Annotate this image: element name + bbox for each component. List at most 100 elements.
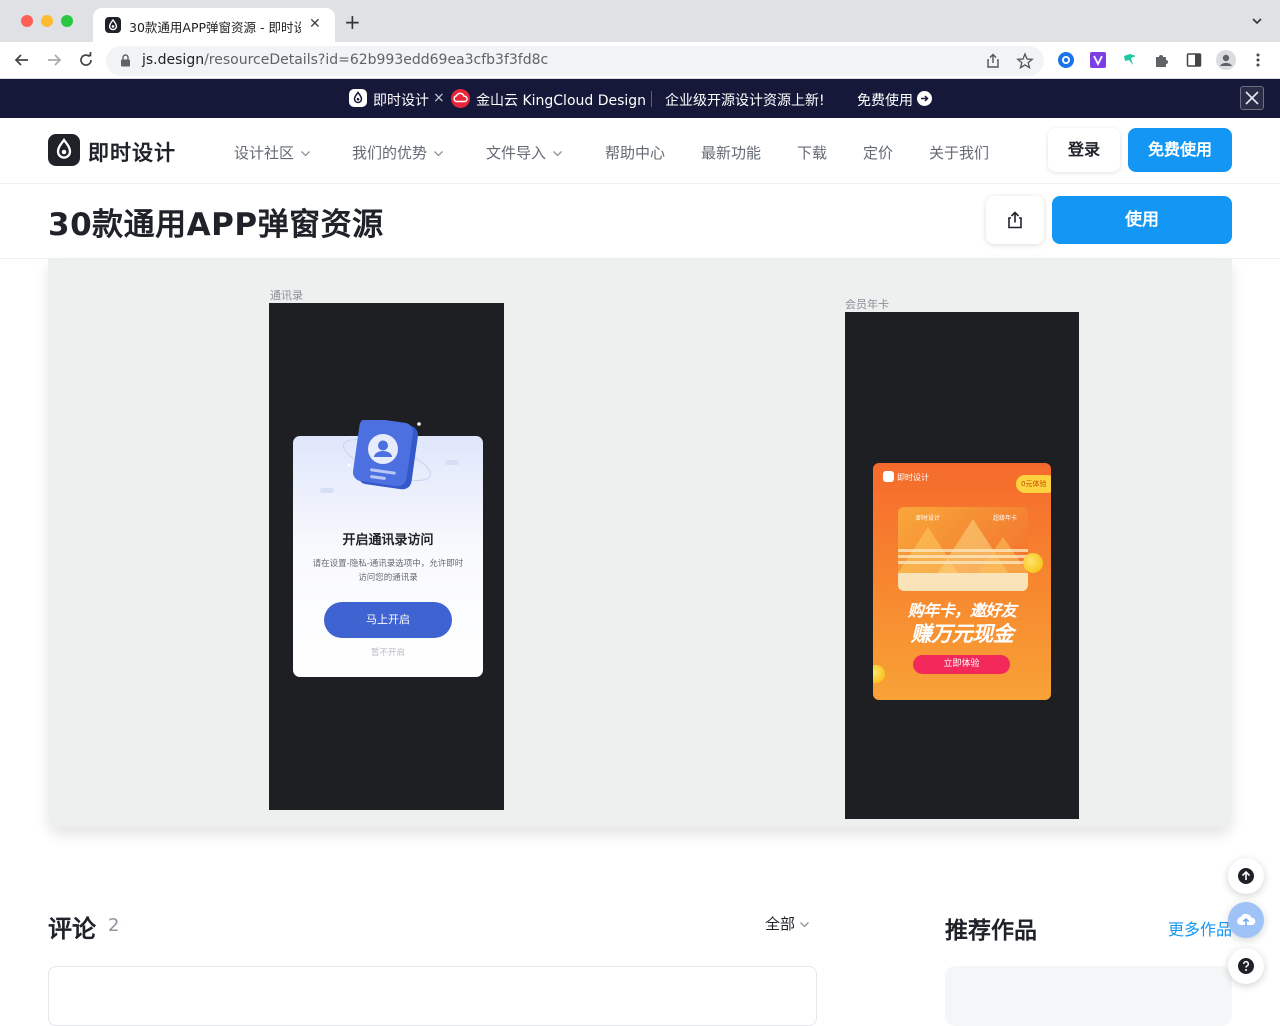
decoration-pill (445, 460, 459, 465)
comments-heading: 评论 (48, 915, 96, 943)
url-host: js.design (142, 52, 205, 68)
forward-arrow-icon[interactable] (44, 50, 64, 70)
close-window-button[interactable] (21, 15, 33, 27)
popup-headline-large: 赚万元现金 (910, 622, 1014, 646)
kingcloud-logo-icon (451, 89, 470, 108)
address-bar[interactable]: js.design/resourceDetails?id=62b993edd69… (106, 46, 1044, 76)
question-circle-icon (1238, 958, 1254, 974)
gold-coin-icon (873, 665, 885, 683)
upload-cloud-button[interactable] (1228, 902, 1264, 938)
url-text: js.design/resourceDetails?id=62b993edd69… (142, 52, 548, 68)
artboard-vip-card[interactable]: 即时设计 0元体验 即时设计 超级年卡 购年卡，邀好友 赚万元现金 立即体验 (845, 312, 1079, 819)
vip-annual-card-popup: 即时设计 0元体验 即时设计 超级年卡 购年卡，邀好友 赚万元现金 立即体验 (873, 463, 1051, 700)
popup-cancel-link: 暂不开启 (370, 648, 405, 658)
artboard-contacts[interactable]: 开启通讯录访问 请在设置-隐私-通讯录选项中，允许即时访问您的通讯录 马上开启 … (269, 303, 504, 810)
profile-avatar-icon[interactable] (1216, 50, 1236, 70)
gold-coin-icon (1023, 553, 1043, 573)
nav-label: 设计社区 (234, 144, 295, 162)
popup-title: 开启通讯录访问 (342, 533, 434, 548)
minimize-window-button[interactable] (41, 15, 53, 27)
tab-close-icon[interactable]: ✕ (309, 16, 321, 32)
page-title: 30款通用APP弹窗资源 (48, 207, 384, 243)
chevron-down-icon (433, 148, 444, 159)
close-icon (1245, 91, 1259, 105)
decoration-pill (320, 488, 334, 493)
popup-cta-button: 立即体验 (913, 655, 1010, 674)
maximize-window-button[interactable] (61, 15, 73, 27)
bookmark-star-icon[interactable] (1016, 52, 1034, 70)
chevron-down-icon[interactable] (1251, 15, 1263, 27)
filter-label: 全部 (765, 915, 796, 933)
lock-icon (120, 54, 131, 67)
site-header: 即时设计 设计社区 我们的优势 文件导入 帮助中心 最新功能 下载 定价 关于我… (0, 118, 1280, 184)
nav-about-us[interactable]: 关于我们 (929, 142, 989, 163)
nav-help-center[interactable]: 帮助中心 (605, 142, 665, 163)
comments-count: 2 (108, 915, 120, 936)
nav-file-import[interactable]: 文件导入 (486, 142, 563, 163)
browser-toolbar: js.design/resourceDetails?id=62b993edd69… (0, 42, 1280, 79)
jsdesign-logo-icon (883, 471, 894, 482)
contacts-permission-popup: 开启通讯录访问 请在设置-隐私-通讯录选项中，允许即时访问您的通讯录 马上开启 … (293, 420, 483, 677)
free-use-button[interactable]: 免费使用 (1128, 128, 1232, 172)
reload-icon[interactable] (76, 50, 96, 70)
banner-close-button[interactable] (1240, 86, 1264, 110)
design-preview-canvas[interactable]: 通讯录 开启通讯录访问 请在设置-隐私-通讯录选项中，允许即时访问您的通讯录 马… (48, 259, 1232, 827)
scroll-to-top-button[interactable] (1228, 858, 1264, 894)
contacts-book-illustration-icon (343, 420, 431, 490)
card-brand: 即时设计 (916, 515, 941, 522)
chevron-down-icon (552, 148, 563, 159)
use-button[interactable]: 使用 (1052, 196, 1232, 244)
banner-brand-kingcloud: 金山云 KingCloud Design (476, 93, 647, 109)
jsdesign-logo-icon[interactable] (48, 134, 80, 166)
comment-input-box[interactable] (48, 966, 817, 1026)
recommended-item-card[interactable] (945, 966, 1232, 1026)
promo-banner: 即时设计 × 金山云 KingCloud Design 企业级开源设计资源上新!… (0, 79, 1280, 118)
extensions-puzzle-icon[interactable] (1153, 51, 1171, 69)
card-strip (898, 573, 1028, 591)
side-panel-icon[interactable] (1185, 51, 1203, 69)
popup-brand: 即时设计 (897, 473, 929, 482)
login-button[interactable]: 登录 (1048, 128, 1120, 172)
browser-tab[interactable]: 30款通用APP弹窗资源 - 即时设计 ✕ (93, 8, 335, 42)
jsdesign-logo-icon (349, 89, 367, 107)
tab-title: 30款通用APP弹窗资源 - 即时设计 (129, 20, 301, 35)
popup-description: 请在设置-隐私-通讯录选项中，允许即时访问您的通讯录 (312, 559, 464, 583)
banner-brand-jsdesign: 即时设计 (373, 93, 429, 109)
nav-label: 文件导入 (486, 144, 547, 162)
back-arrow-icon[interactable] (12, 50, 32, 70)
nav-pricing[interactable]: 定价 (863, 142, 893, 163)
logo-text[interactable]: 即时设计 (88, 137, 176, 167)
help-button[interactable] (1228, 948, 1264, 984)
url-path: /resourceDetails?id=62b993edd69ea3cfb3f3… (204, 52, 549, 68)
share-page-icon[interactable] (984, 52, 1002, 70)
nav-design-community[interactable]: 设计社区 (234, 142, 311, 163)
nav-download[interactable]: 下载 (797, 142, 827, 163)
frame-label-contacts: 通讯录 (270, 289, 303, 302)
share-button[interactable] (986, 196, 1044, 244)
nav-new-features[interactable]: 最新功能 (701, 142, 761, 163)
nav-our-advantages[interactable]: 我们的优势 (352, 142, 444, 163)
browser-tab-bar: 30款通用APP弹窗资源 - 即时设计 ✕ + (0, 0, 1280, 42)
nav-label: 我们的优势 (352, 144, 428, 162)
banner-cta-link[interactable]: 免费使用 (857, 90, 913, 110)
card-label: 超级年卡 (993, 515, 1018, 522)
recommended-heading: 推荐作品 (945, 918, 1037, 944)
arrow-right-circle-icon[interactable] (917, 91, 932, 106)
extension-globe-icon[interactable] (1057, 51, 1075, 69)
cloud-upload-icon (1237, 913, 1256, 926)
extension-bird-icon[interactable] (1121, 51, 1139, 69)
more-works-link[interactable]: 更多作品 (1168, 916, 1232, 940)
banner-message: 企业级开源设计资源上新! (665, 93, 825, 109)
free-trial-tag: 0元体验 (1016, 475, 1051, 493)
banner-divider (651, 91, 652, 107)
frame-label-vip: 会员年卡 (845, 298, 889, 311)
banner-times: × (433, 90, 445, 106)
extension-v-icon[interactable] (1089, 51, 1107, 69)
chevron-down-icon (300, 148, 311, 159)
browser-menu-icon[interactable] (1249, 51, 1267, 69)
comments-filter-dropdown[interactable]: 全部 (765, 913, 810, 934)
vip-card-illustration: 即时设计 超级年卡 (898, 507, 1028, 591)
chevron-down-icon (799, 919, 810, 930)
new-tab-button[interactable]: + (344, 12, 361, 32)
jsdesign-favicon-icon (105, 17, 121, 33)
